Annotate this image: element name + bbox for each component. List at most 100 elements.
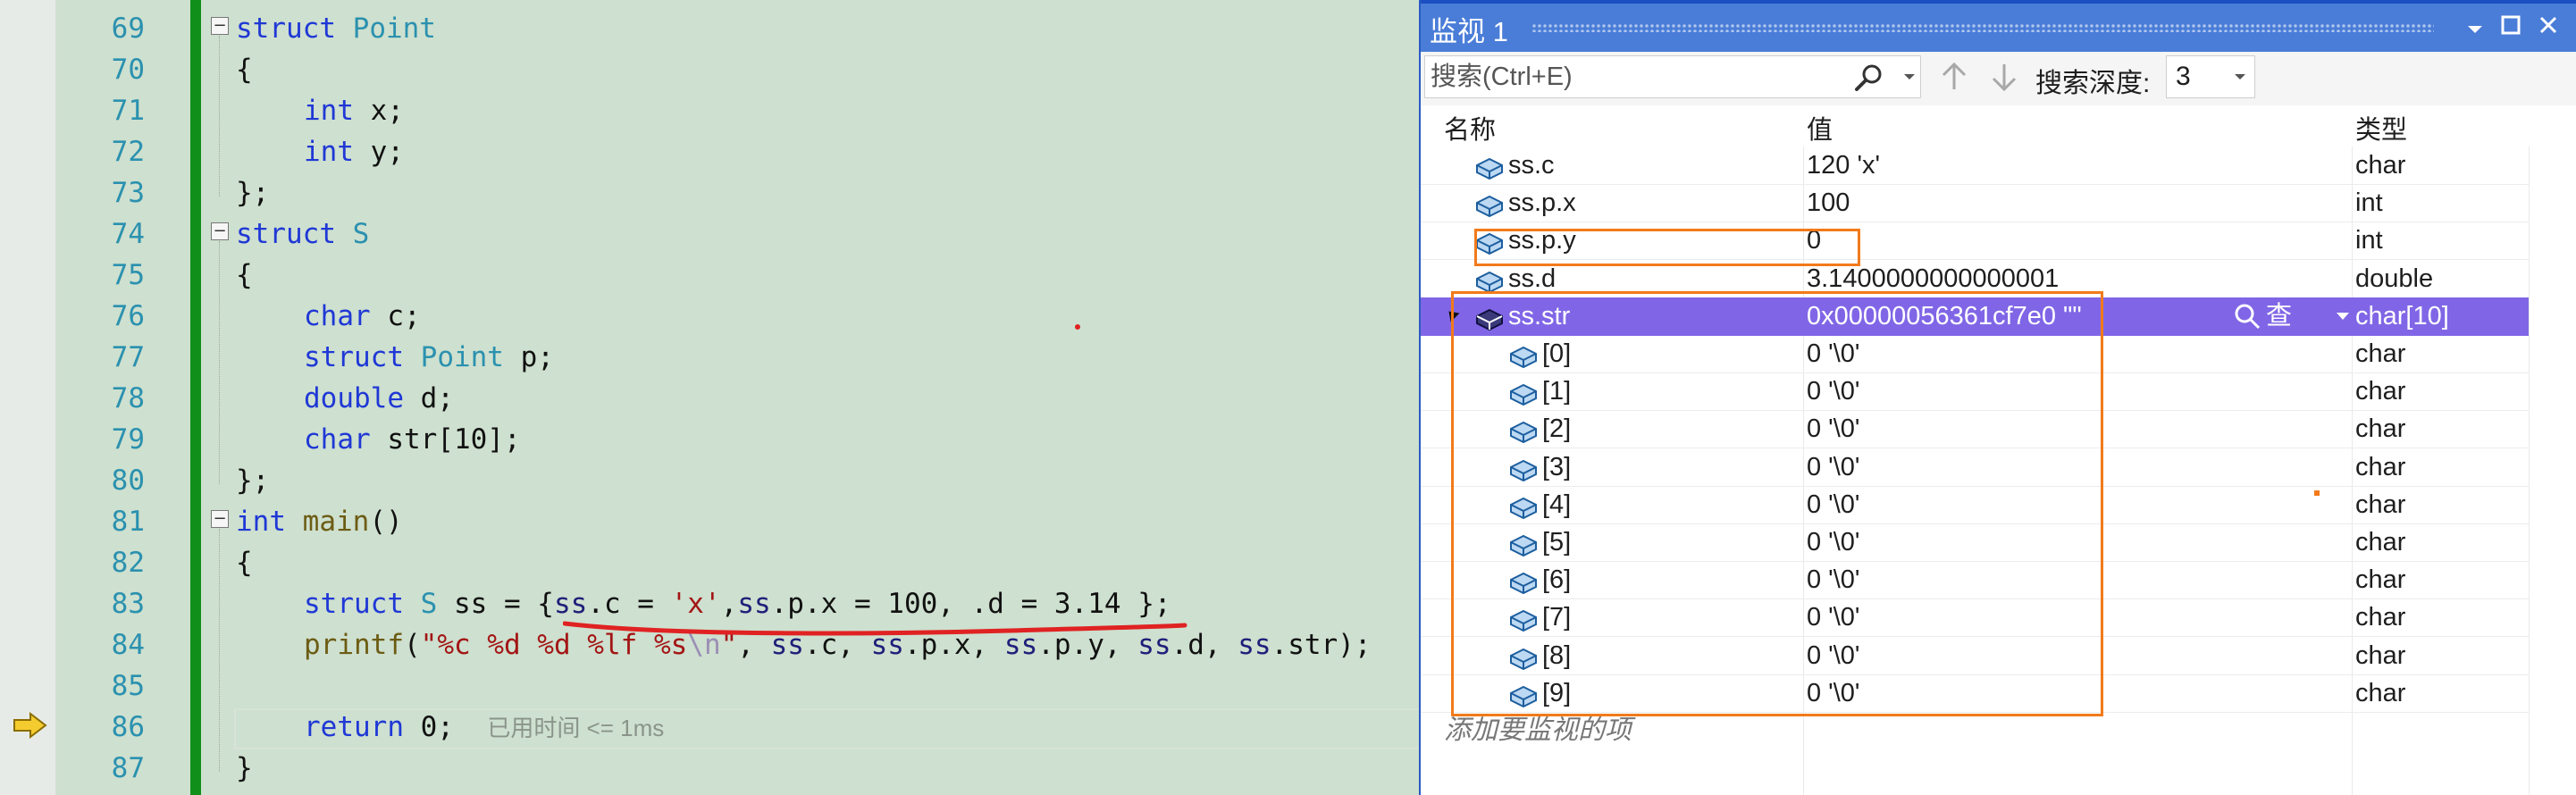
magnifier-icon bbox=[2235, 304, 2261, 329]
elapsed-time-tip: 已用时间 <= 1ms bbox=[487, 715, 665, 741]
watch-item-type: char[10] bbox=[2355, 301, 2449, 331]
identifier: ss bbox=[1238, 629, 1271, 661]
line-numbers: 69 70 71 72 73 74 75 76 77 78 79 80 81 8… bbox=[55, 0, 145, 795]
close-icon bbox=[2539, 16, 2557, 34]
code-text: ( bbox=[403, 629, 421, 661]
search-box[interactable] bbox=[1424, 55, 1921, 98]
watch-item-type: char bbox=[2355, 452, 2406, 481]
search-previous-arrow-icon[interactable] bbox=[1939, 61, 1969, 93]
line-number: 79 bbox=[111, 423, 145, 456]
watch-item-name: ss.c bbox=[1508, 151, 1555, 180]
window-position-dropdown-button[interactable] bbox=[2457, 9, 2493, 45]
code-line-73: }; bbox=[236, 177, 270, 209]
line-number: 72 bbox=[111, 136, 145, 168]
code-line-82: { bbox=[236, 547, 253, 579]
search-options-dropdown-icon[interactable] bbox=[1904, 74, 1915, 80]
code-line-72: int y; bbox=[304, 131, 404, 172]
close-button[interactable] bbox=[2530, 9, 2566, 45]
code-line-80: }; bbox=[236, 464, 270, 497]
line-number: 87 bbox=[111, 752, 145, 784]
code-line-81: int main() bbox=[236, 501, 403, 542]
function-name: main bbox=[302, 506, 370, 538]
collapse-toggle-icon[interactable]: − bbox=[211, 17, 229, 35]
watch-item-type: int bbox=[2355, 188, 2383, 218]
search-depth-label: 搜索深度: bbox=[2035, 69, 2151, 98]
line-number: 81 bbox=[111, 506, 145, 538]
code-text: 0; bbox=[403, 711, 454, 743]
line-number: 77 bbox=[111, 341, 145, 373]
watch-item-type: char bbox=[2355, 565, 2406, 595]
collapse-toggle-icon[interactable]: − bbox=[211, 222, 229, 240]
watch-item-type: char bbox=[2355, 377, 2406, 406]
search-icon[interactable] bbox=[1852, 62, 1888, 94]
code-text: d; bbox=[403, 382, 454, 414]
orange-dot-mark bbox=[2314, 490, 2320, 496]
keyword: struct bbox=[304, 341, 404, 373]
code-line-70: { bbox=[236, 54, 253, 86]
keyword: int bbox=[236, 506, 286, 538]
code-line-76: char c; bbox=[304, 296, 421, 337]
line-number: 70 bbox=[111, 54, 145, 86]
watch-item-type: char bbox=[2355, 678, 2406, 707]
code-editor[interactable]: 69 70 71 72 73 74 75 76 77 78 79 80 81 8… bbox=[0, 0, 1421, 795]
code-line-78: double d; bbox=[304, 378, 454, 419]
code-line-77: struct Point p; bbox=[304, 337, 554, 378]
watch-row[interactable]: ss.p.x 100 int bbox=[1421, 184, 2529, 223]
watch-item-type: char bbox=[2355, 151, 2406, 180]
search-depth-select[interactable]: 3 bbox=[2166, 55, 2255, 98]
outline-guide bbox=[219, 529, 220, 772]
keyword: struct bbox=[304, 588, 404, 620]
line-number: 80 bbox=[111, 464, 145, 497]
code-text: y; bbox=[354, 136, 404, 168]
line-number: 82 bbox=[111, 547, 145, 579]
watch-item-value[interactable]: 120 'x' bbox=[1807, 146, 1880, 184]
glyph-margin[interactable] bbox=[0, 0, 56, 795]
keyword: struct bbox=[236, 13, 336, 45]
search-input[interactable] bbox=[1425, 56, 1845, 97]
watch-row[interactable]: ss.c 120 'x' char bbox=[1421, 146, 2529, 185]
code-text: p; bbox=[503, 341, 554, 373]
line-number: 78 bbox=[111, 382, 145, 414]
watch-item-type: char bbox=[2355, 640, 2406, 670]
code-text: x; bbox=[354, 95, 404, 127]
keyword: return bbox=[304, 711, 404, 743]
column-header-name[interactable]: 名称 bbox=[1444, 109, 1496, 146]
column-header-value[interactable]: 值 bbox=[1807, 109, 1833, 146]
maximize-icon bbox=[2501, 15, 2521, 35]
code-line-87: } bbox=[236, 752, 253, 784]
keyword: char bbox=[304, 300, 371, 332]
column-divider[interactable] bbox=[2529, 105, 2530, 795]
watch-title-bar[interactable]: 监视 1 bbox=[1421, 0, 2576, 52]
search-next-arrow-icon[interactable] bbox=[1989, 61, 2019, 93]
red-dot-mark bbox=[1075, 324, 1080, 330]
code-line-75: { bbox=[236, 259, 253, 291]
grid-header: 名称 值 类型 bbox=[1421, 105, 2576, 146]
line-number: 71 bbox=[111, 95, 145, 127]
outline-guide bbox=[219, 36, 220, 197]
collapse-toggle-icon[interactable]: − bbox=[211, 510, 229, 528]
dropdown-icon bbox=[2468, 26, 2482, 33]
watch-item-type: char bbox=[2355, 414, 2406, 444]
keyword: char bbox=[304, 423, 371, 456]
watch-item-type: char bbox=[2355, 603, 2406, 632]
chevron-down-icon bbox=[2235, 74, 2245, 80]
watch-title: 监视 1 bbox=[1430, 16, 1508, 47]
orange-highlight-box bbox=[1474, 229, 1860, 266]
code-text: ss = { bbox=[437, 588, 554, 620]
watch-item-value[interactable]: 100 bbox=[1807, 184, 1850, 222]
code-line-69: struct Point bbox=[236, 8, 436, 49]
code-area[interactable]: − − − struct Point { int x; int y; }; st… bbox=[211, 0, 1421, 795]
line-number: 84 bbox=[111, 629, 145, 661]
column-header-type[interactable]: 类型 bbox=[2355, 109, 2407, 146]
change-tracking-bar bbox=[190, 0, 201, 795]
keyword: int bbox=[304, 136, 354, 168]
red-underline-annotation bbox=[563, 621, 1187, 636]
type-name: S bbox=[352, 218, 370, 250]
watch-item-type: char bbox=[2355, 339, 2406, 368]
function-name: printf bbox=[304, 629, 404, 661]
title-drag-grip[interactable] bbox=[1531, 23, 2434, 32]
maximize-button[interactable] bbox=[2493, 9, 2529, 45]
watch-item-type: char bbox=[2355, 490, 2406, 519]
keyword: int bbox=[304, 95, 354, 127]
watch-window[interactable]: 监视 1 搜索深度: 3 名称 值 bbox=[1419, 0, 2576, 795]
